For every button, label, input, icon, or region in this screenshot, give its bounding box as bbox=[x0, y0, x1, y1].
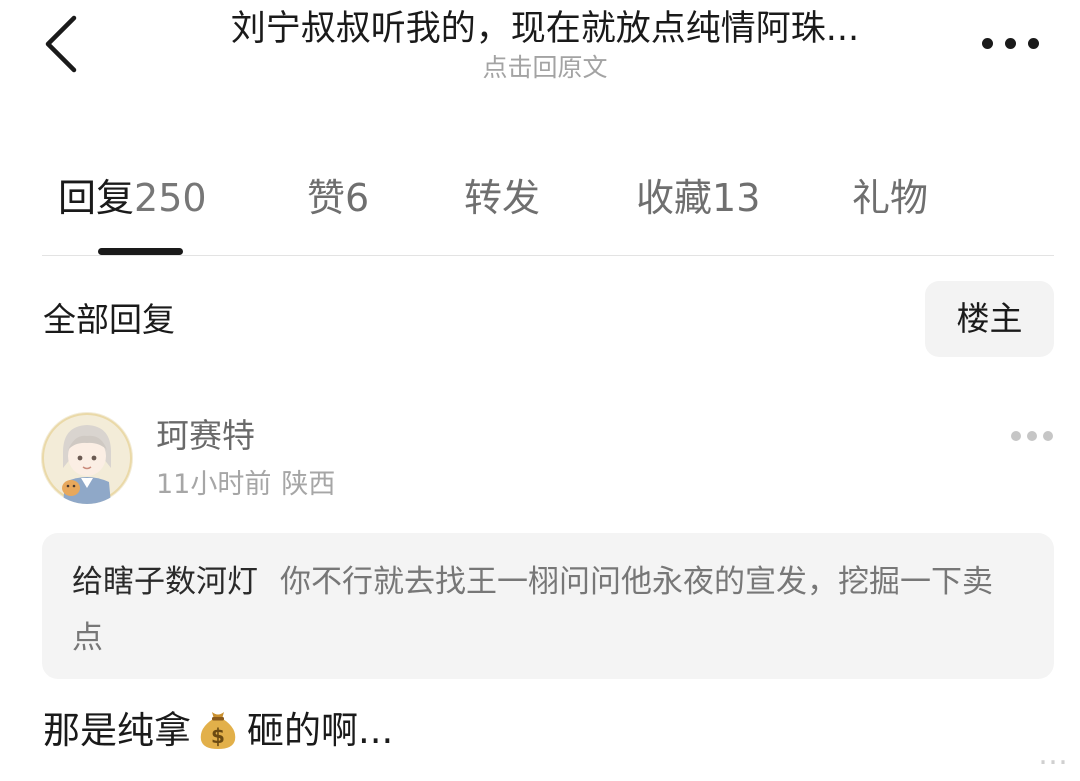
money-bag-icon: $ bbox=[197, 706, 239, 750]
dot bbox=[1005, 38, 1016, 49]
tab-favorites[interactable]: 收藏13 bbox=[636, 170, 760, 226]
tabs-divider bbox=[42, 255, 1054, 256]
dot bbox=[982, 38, 993, 49]
floor-owner-filter-button[interactable]: 楼主 bbox=[925, 281, 1054, 357]
tab-label: 收藏 bbox=[636, 176, 713, 220]
dot bbox=[1027, 431, 1037, 441]
tab-label: 回复 bbox=[58, 176, 135, 220]
comment-body-part: 那是纯拿 bbox=[43, 709, 191, 752]
dot bbox=[1043, 431, 1053, 441]
more-options-button[interactable] bbox=[976, 28, 1046, 58]
tab-count: 13 bbox=[712, 176, 761, 220]
comment-location: 陕西 bbox=[281, 469, 336, 500]
tab-likes[interactable]: 赞6 bbox=[307, 170, 369, 226]
comment-username[interactable]: 珂赛特 bbox=[156, 413, 255, 459]
tab-label: 转发 bbox=[464, 176, 541, 220]
comment-body-part: 砸的啊... bbox=[247, 709, 394, 752]
tab-count: 250 bbox=[134, 176, 207, 220]
post-title[interactable]: 刘宁叔叔听我的，现在就放点纯情阿珠... bbox=[150, 6, 940, 52]
quoted-comment[interactable]: 给瞎子数河灯 你不行就去找王一栩问问他永夜的宣发，挖掘一下卖点 bbox=[42, 533, 1054, 679]
tab-label: 赞 bbox=[307, 176, 346, 220]
active-tab-indicator bbox=[98, 248, 183, 255]
tab-reposts[interactable]: 转发 bbox=[464, 170, 540, 226]
comment-time: 11小时前 bbox=[156, 469, 272, 500]
back-button[interactable] bbox=[36, 12, 96, 76]
quoted-comment-text: 给瞎子数河灯 你不行就去找王一栩问问他永夜的宣发，挖掘一下卖点 bbox=[72, 554, 1002, 666]
dot bbox=[1011, 431, 1021, 441]
back-to-original-link[interactable]: 点击回原文 bbox=[150, 50, 940, 86]
tab-label: 礼物 bbox=[852, 176, 929, 220]
dot bbox=[1028, 38, 1039, 49]
tab-replies[interactable]: 回复250 bbox=[58, 170, 207, 226]
all-replies-label[interactable]: 全部回复 bbox=[43, 298, 175, 342]
chevron-left-icon bbox=[45, 15, 77, 73]
tab-gifts[interactable]: 礼物 bbox=[852, 170, 928, 226]
avatar-image bbox=[41, 412, 133, 504]
watermark: … bbox=[1038, 737, 1068, 772]
tab-count: 6 bbox=[345, 176, 370, 220]
comment-more-button[interactable] bbox=[1011, 428, 1053, 444]
comment-body: 那是纯拿 $ 砸的啊... bbox=[43, 703, 393, 759]
comment-meta: 11小时前 陕西 bbox=[156, 466, 335, 504]
svg-text:$: $ bbox=[211, 724, 225, 748]
top-bar: 刘宁叔叔听我的，现在就放点纯情阿珠... 点击回原文 bbox=[0, 0, 1080, 110]
quoted-comment-author[interactable]: 给瞎子数河灯 bbox=[72, 564, 258, 600]
avatar[interactable] bbox=[41, 412, 133, 504]
